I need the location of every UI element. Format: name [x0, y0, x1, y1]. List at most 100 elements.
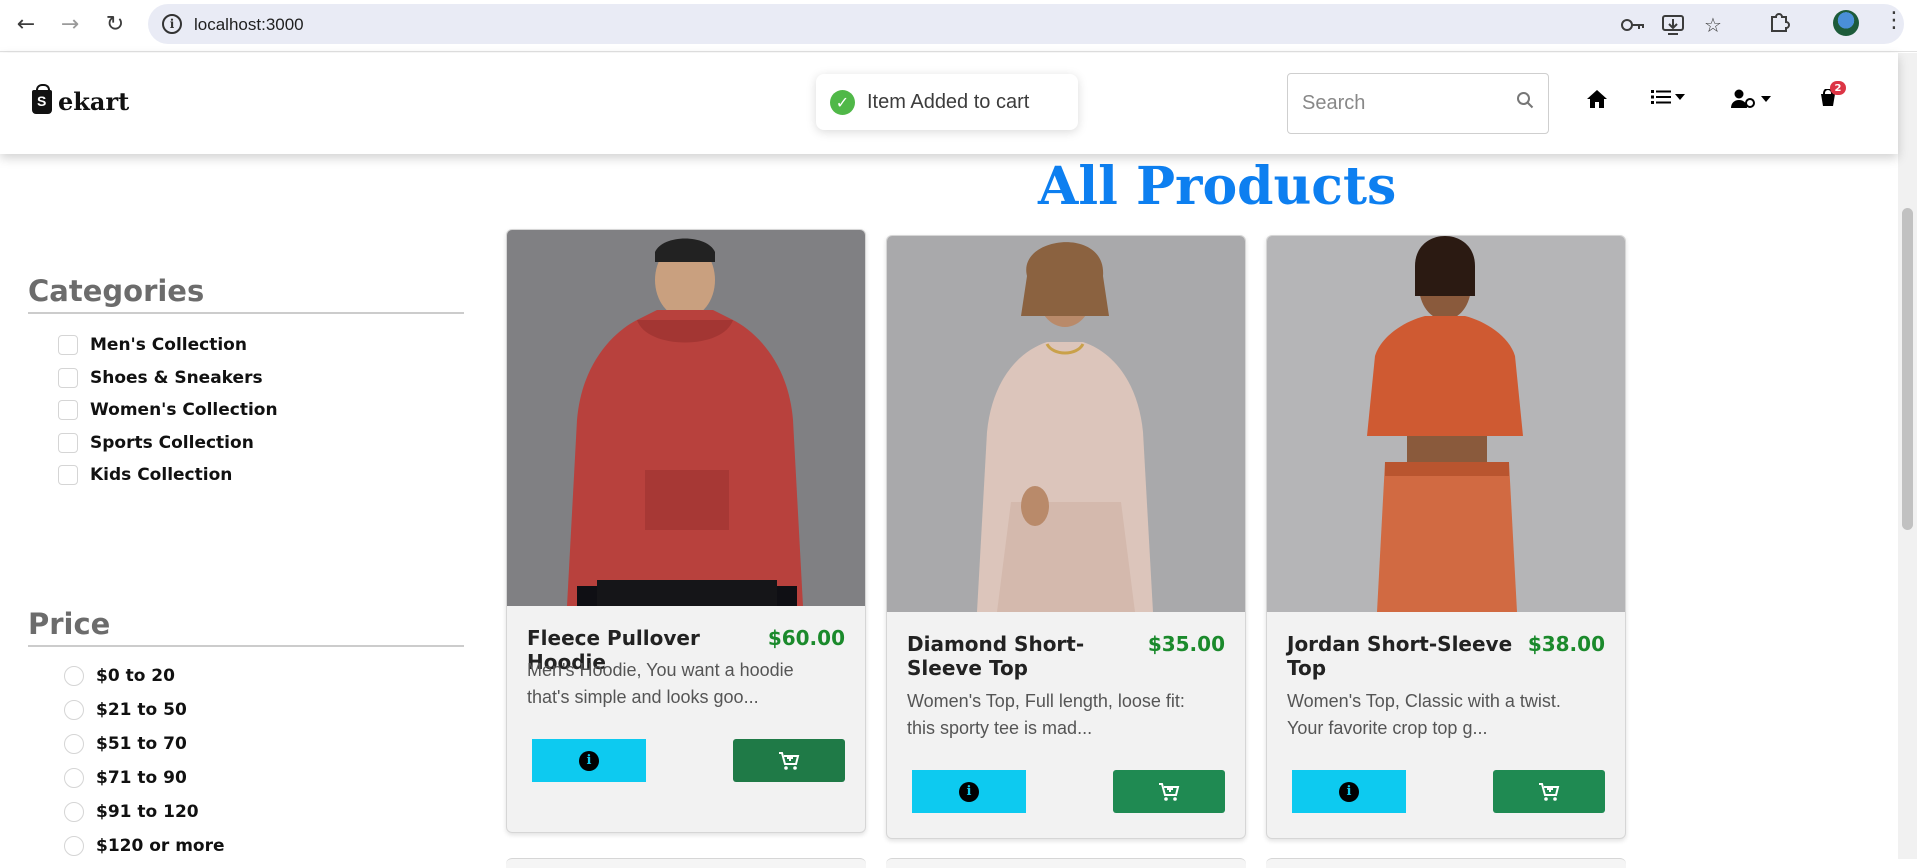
product-price: $38.00 [1527, 632, 1605, 656]
product-info-button[interactable]: i [912, 770, 1026, 813]
price-radio[interactable] [64, 836, 84, 856]
category-item[interactable]: Kids Collection [58, 459, 278, 492]
category-label[interactable]: Women's Collection [90, 400, 278, 420]
category-item[interactable]: Men's Collection [58, 329, 278, 362]
url-text[interactable]: localhost:3000 [194, 15, 304, 35]
user-menu-dropdown[interactable] [1731, 89, 1771, 109]
product-card: Diamond Short-Sleeve Top $35.00 Women's … [886, 235, 1246, 839]
browser-toolbar: ← → ↻ i localhost:3000 ☆ ⋮ [0, 0, 1917, 52]
category-checkbox[interactable] [58, 400, 78, 421]
chevron-down-icon [1761, 96, 1771, 102]
category-checkbox[interactable] [58, 432, 78, 453]
price-label[interactable]: $51 to 70 [96, 734, 187, 754]
price-label[interactable]: $120 or more [96, 836, 225, 856]
forward-arrow-icon[interactable]: → [56, 10, 84, 38]
price-radio[interactable] [64, 700, 84, 720]
search-icon[interactable] [1516, 91, 1534, 109]
product-card: Fleece Pullover Hoodie $60.00 Men's Hood… [506, 229, 866, 833]
search-input[interactable] [1288, 74, 1508, 133]
info-icon: i [959, 781, 979, 802]
price-option[interactable]: $120 or more [64, 829, 225, 863]
price-label[interactable]: $71 to 90 [96, 768, 187, 788]
extensions-puzzle-icon[interactable] [1768, 11, 1790, 39]
address-bar[interactable]: i localhost:3000 ☆ [148, 4, 1904, 44]
cart-plus-icon [779, 751, 800, 770]
price-radio[interactable] [64, 802, 84, 822]
add-to-cart-button[interactable] [1493, 770, 1605, 813]
category-checkbox[interactable] [58, 367, 78, 388]
product-card-partial [506, 858, 866, 868]
page-scrollbar[interactable] [1898, 53, 1917, 859]
category-label[interactable]: Kids Collection [90, 465, 232, 485]
price-heading: Price [28, 607, 464, 647]
product-image[interactable] [887, 236, 1245, 612]
product-image[interactable] [1267, 236, 1625, 612]
categories-heading: Categories [28, 274, 464, 314]
reload-icon[interactable]: ↻ [101, 10, 129, 38]
price-radio[interactable] [64, 666, 84, 686]
list-icon [1651, 90, 1671, 104]
category-checkbox[interactable] [58, 465, 78, 486]
category-label[interactable]: Shoes & Sneakers [90, 368, 263, 388]
scrollbar-thumb[interactable] [1902, 208, 1913, 530]
info-icon: i [1339, 781, 1359, 802]
product-card-partial [1266, 858, 1626, 868]
product-info-button[interactable]: i [1292, 770, 1406, 813]
price-radio[interactable] [64, 734, 84, 754]
product-description: Men's Hoodie, You want a hoodie that's s… [527, 660, 794, 707]
bookmark-star-icon[interactable]: ☆ [1700, 13, 1726, 37]
category-label[interactable]: Sports Collection [90, 433, 254, 453]
page-content: Categories Men's Collection Shoes & Snea… [0, 154, 1898, 868]
cart-button[interactable]: 2 [1818, 81, 1846, 107]
site-info-icon[interactable]: i [162, 14, 182, 34]
product-name[interactable]: Jordan Short-Sleeve Top [1287, 632, 1527, 680]
app-navbar: ekart ✓ Item Added to cart 2 [0, 53, 1898, 154]
cart-plus-icon [1539, 782, 1560, 801]
product-price: $35.00 [1147, 632, 1225, 656]
product-name[interactable]: Diamond Short-Sleeve Top [907, 632, 1147, 680]
shopping-bag-icon [32, 83, 52, 114]
price-option[interactable]: $71 to 90 [64, 761, 225, 795]
product-description: Women's Top, Full length, loose fit: thi… [907, 691, 1185, 738]
price-option[interactable]: $91 to 120 [64, 795, 225, 829]
add-to-cart-button[interactable] [733, 739, 845, 782]
price-radio[interactable] [64, 768, 84, 788]
category-label[interactable]: Men's Collection [90, 335, 247, 355]
price-label[interactable]: $21 to 50 [96, 700, 187, 720]
brand-logo[interactable]: ekart [32, 83, 130, 116]
price-option[interactable]: $51 to 70 [64, 727, 225, 761]
product-description: Women's Top, Classic with a twist. Your … [1287, 691, 1561, 738]
price-option[interactable]: $0 to 20 [64, 659, 225, 693]
product-price: $60.00 [767, 626, 845, 650]
product-info-button[interactable]: i [532, 739, 646, 782]
category-item[interactable]: Women's Collection [58, 394, 278, 427]
category-item[interactable]: Shoes & Sneakers [58, 362, 278, 395]
product-card: Jordan Short-Sleeve Top $38.00 Women's T… [1266, 235, 1626, 839]
categories-list: Men's Collection Shoes & Sneakers Women'… [58, 329, 278, 492]
category-item[interactable]: Sports Collection [58, 427, 278, 460]
page-title: All Products [1038, 156, 1397, 217]
install-app-icon[interactable] [1660, 14, 1686, 36]
cart-plus-icon [1159, 782, 1180, 801]
brand-name: ekart [58, 87, 130, 116]
price-list: $0 to 20 $21 to 50 $51 to 70 $71 to 90 $… [64, 659, 225, 863]
user-gear-icon [1731, 89, 1755, 108]
info-icon: i [579, 750, 599, 771]
more-menu-icon[interactable]: ⋮ [1883, 8, 1905, 33]
categories-menu-dropdown[interactable] [1651, 89, 1685, 105]
check-circle-icon: ✓ [830, 89, 855, 115]
search-box [1287, 73, 1549, 134]
product-image[interactable] [507, 230, 865, 606]
price-label[interactable]: $91 to 120 [96, 802, 199, 822]
product-card-partial [886, 858, 1246, 868]
category-checkbox[interactable] [58, 335, 78, 356]
toast-message: Item Added to cart [867, 90, 1030, 113]
back-arrow-icon[interactable]: ← [12, 10, 40, 38]
add-to-cart-button[interactable] [1113, 770, 1225, 813]
cart-count-badge: 2 [1830, 81, 1846, 95]
password-key-icon[interactable] [1620, 14, 1646, 36]
price-label[interactable]: $0 to 20 [96, 666, 175, 686]
profile-avatar[interactable] [1833, 10, 1859, 36]
home-icon[interactable] [1586, 89, 1608, 109]
price-option[interactable]: $21 to 50 [64, 693, 225, 727]
